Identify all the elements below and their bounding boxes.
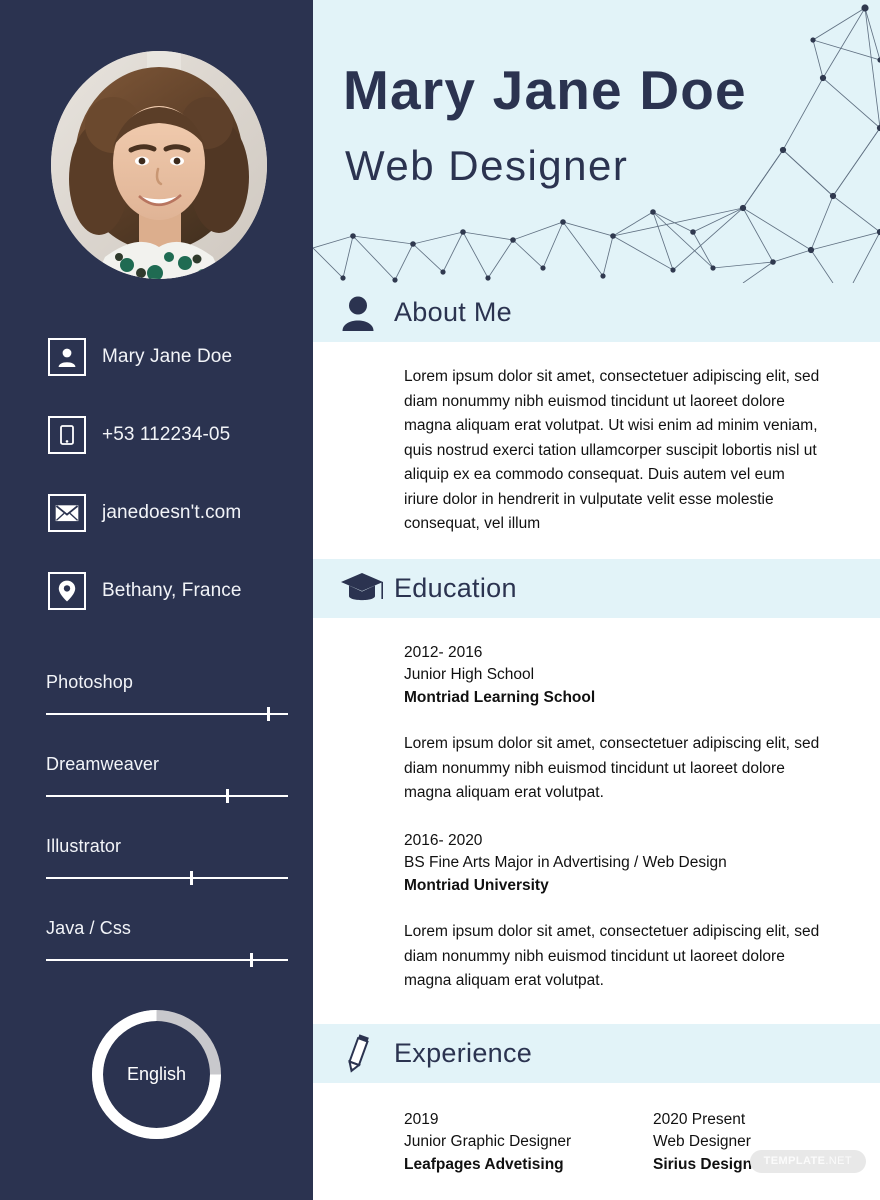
education-entry: 2016- 2020 BS Fine Arts Major in Adverti…	[404, 830, 820, 994]
contact-item-phone: +53 112234-05	[48, 413, 298, 457]
person-icon	[340, 293, 386, 333]
education-degree: Junior High School	[404, 666, 535, 683]
skill-thumb[interactable]	[226, 789, 229, 803]
education-description: Lorem ipsum dolor sit amet, consectetuer…	[404, 923, 820, 989]
section-body-education: 2012- 2016 Junior High School Montriad L…	[313, 618, 880, 994]
experience-company: Leafpages Advetising	[404, 1155, 564, 1173]
watermark-strong: TEMPLATE	[763, 1155, 826, 1167]
education-entry: 2012- 2016 Junior High School Montriad L…	[404, 642, 820, 806]
contact-item-name: Mary Jane Doe	[48, 335, 298, 379]
section-title-about: About Me	[394, 297, 512, 327]
email-icon	[48, 494, 86, 532]
page-title: Mary Jane Doe	[343, 59, 747, 121]
contact-location-text: Bethany, France	[102, 580, 242, 601]
section-header-education: Education	[313, 558, 880, 618]
skills-list: Photoshop Dreamweaver Illustrator Java /…	[46, 672, 288, 1000]
contact-item-email: janedoesn't.com	[48, 491, 298, 535]
language-progress-ring: English	[89, 1007, 224, 1142]
section-header-experience: Experience	[313, 1023, 880, 1083]
section-header-about: About Me	[313, 283, 880, 342]
skill-item: Photoshop	[46, 672, 288, 721]
education-institution: Montriad University	[404, 876, 549, 894]
page-subtitle: Web Designer	[345, 142, 629, 189]
experience-years: 2020 Present	[653, 1110, 746, 1128]
contact-item-location: Bethany, France	[48, 569, 298, 613]
graduation-cap-icon	[340, 571, 386, 605]
contact-email-text: janedoesn't.com	[102, 502, 242, 523]
phone-icon	[48, 416, 86, 454]
skill-slider[interactable]	[46, 789, 288, 803]
location-icon	[48, 572, 86, 610]
contact-name-text: Mary Jane Doe	[102, 346, 233, 367]
skill-label: Dreamweaver	[46, 754, 160, 774]
skill-thumb[interactable]	[267, 707, 271, 721]
section-body-about: Lorem ipsum dolor sit amet, consectetuer…	[313, 342, 880, 559]
skill-item: Illustrator	[46, 836, 288, 885]
skill-slider[interactable]	[46, 871, 288, 885]
skill-label: Photoshop	[46, 672, 133, 692]
skill-thumb[interactable]	[189, 871, 193, 885]
avatar	[51, 51, 267, 279]
education-degree: BS Fine Arts Major in Advertising / Web …	[404, 854, 727, 871]
skill-track-bar	[46, 877, 288, 879]
education-years: 2012- 2016	[404, 643, 483, 661]
contact-phone-text: +53 112234-05	[102, 424, 231, 445]
skill-slider[interactable]	[46, 953, 288, 967]
experience-years: 2019	[404, 1110, 439, 1128]
skill-label: Illustrator	[46, 836, 122, 856]
education-years: 2016- 2020	[404, 831, 483, 849]
education-institution: Montriad Learning School	[404, 688, 596, 706]
experience-role: Junior Graphic Designer	[404, 1133, 572, 1150]
experience-entry: 2019 Junior Graphic Designer Leafpages A…	[404, 1109, 653, 1177]
sidebar: Mary Jane Doe +53 112234-05 janedoesn't.…	[0, 0, 313, 1200]
watermark-light: .NET	[825, 1155, 852, 1167]
skill-item: Dreamweaver	[46, 754, 288, 803]
pencil-icon	[340, 1031, 386, 1075]
skill-thumb[interactable]	[250, 953, 254, 967]
watermark-badge: TEMPLATE.NET	[749, 1150, 866, 1173]
skill-slider[interactable]	[46, 707, 288, 721]
resume-page: Mary Jane Doe +53 112234-05 janedoesn't.…	[0, 0, 880, 1200]
about-paragraph: Lorem ipsum dolor sit amet, consectetuer…	[404, 368, 820, 532]
header-banner: Mary Jane Doe Web Designer	[313, 0, 880, 283]
skill-label: Java / Css	[46, 918, 132, 938]
person-icon	[48, 338, 86, 376]
main-content: About Me Lorem ipsum dolor sit amet, con…	[313, 283, 880, 1200]
education-description: Lorem ipsum dolor sit amet, consectetuer…	[404, 735, 820, 801]
skill-track-bar	[46, 713, 288, 715]
language-label: English	[126, 1064, 187, 1084]
section-title-education: Education	[394, 572, 517, 603]
contact-list: Mary Jane Doe +53 112234-05 janedoesn't.…	[48, 335, 298, 647]
section-title-experience: Experience	[394, 1037, 533, 1068]
skill-item: Java / Css	[46, 918, 288, 967]
skill-track-bar	[46, 795, 288, 797]
